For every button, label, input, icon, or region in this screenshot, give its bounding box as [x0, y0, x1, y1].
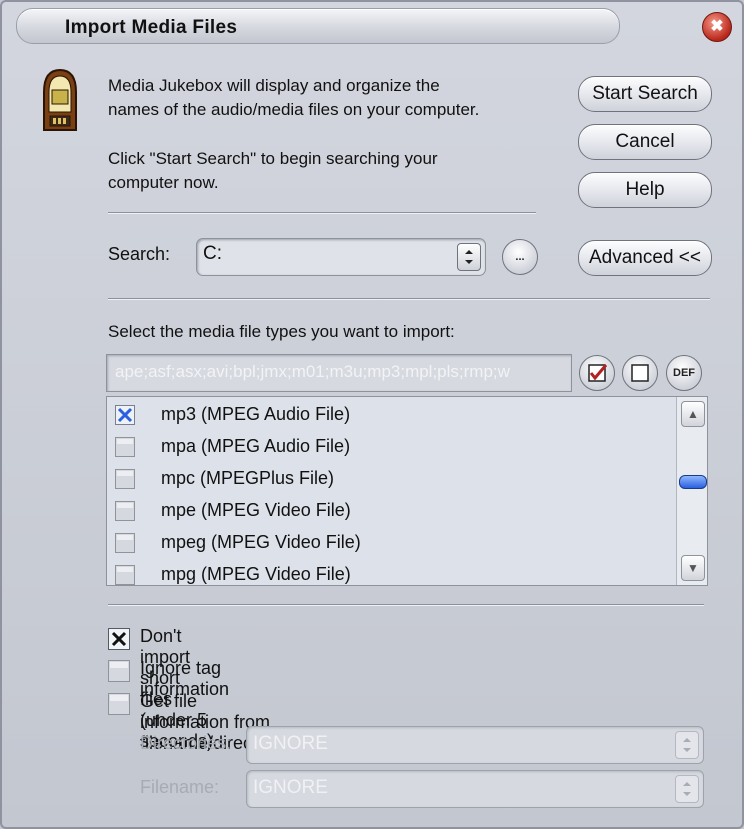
options-separator — [108, 604, 704, 606]
check-all-button[interactable] — [579, 355, 615, 391]
cancel-button[interactable]: Cancel — [578, 124, 712, 160]
dropdown-arrow-icon[interactable] — [675, 731, 699, 759]
search-location-value: C: — [203, 243, 222, 264]
dropdown-arrow-icon[interactable] — [675, 775, 699, 803]
search-label: Search: — [108, 244, 171, 264]
filename-value: IGNORE — [253, 777, 328, 798]
check-all-icon — [588, 364, 608, 382]
intro-separator — [108, 212, 536, 214]
browse-button[interactable]: ... — [502, 239, 538, 275]
filetype-list[interactable]: mp3 (MPEG Audio File) mpa (MPEG Audio Fi… — [106, 396, 708, 586]
filetype-label: mpg (MPEG Video File) — [161, 564, 351, 584]
checkbox-checked-icon[interactable] — [115, 405, 135, 425]
import-media-files-dialog: Import Media Files ✖ Media Jukebox will … — [0, 0, 744, 829]
directories-select[interactable]: IGNORE — [246, 726, 704, 764]
checkbox-checked-icon[interactable] — [108, 628, 130, 650]
checkbox-unchecked-icon[interactable] — [115, 533, 135, 553]
close-button[interactable]: ✖ — [702, 12, 732, 42]
checkbox-unchecked-icon[interactable] — [115, 437, 135, 457]
filetype-label: mpa (MPEG Audio File) — [161, 436, 351, 456]
defaults-button[interactable]: DEF — [666, 355, 702, 391]
filename-label: Filename: — [140, 777, 220, 797]
filetype-label: mpc (MPEGPlus File) — [161, 468, 335, 488]
intro-line-3: Click "Start Search" to begin searching … — [108, 149, 438, 168]
checkbox-unchecked-icon[interactable] — [115, 469, 135, 489]
list-item[interactable]: mpeg (MPEG Video File) — [107, 527, 667, 559]
start-search-button[interactable]: Start Search — [578, 76, 712, 112]
filetype-label: mpe (MPEG Video File) — [161, 500, 351, 520]
scroll-up-icon[interactable]: ▲ — [681, 401, 705, 427]
checkbox-unchecked-icon[interactable] — [115, 565, 135, 585]
checkbox-unchecked-icon[interactable] — [108, 660, 130, 682]
uncheck-all-icon — [631, 364, 649, 382]
intro-line-1: Media Jukebox will display and organize … — [108, 76, 440, 95]
search-location-select[interactable]: C: — [196, 238, 486, 276]
list-item[interactable]: mpe (MPEG Video File) — [107, 495, 667, 527]
filetype-label: mpeg (MPEG Video File) — [161, 532, 361, 552]
filetype-label: mp3 (MPEG Audio File) — [161, 404, 351, 424]
checkbox-unchecked-icon[interactable] — [108, 693, 130, 715]
scroll-down-icon[interactable]: ▼ — [681, 555, 705, 581]
dropdown-arrow-icon[interactable] — [457, 243, 481, 271]
directories-label: Directories: — [140, 733, 232, 753]
intro-line-4: computer now. — [108, 173, 219, 192]
advanced-separator — [108, 298, 710, 300]
jukebox-icon — [43, 68, 77, 131]
list-item[interactable]: mpg (MPEG Video File) — [107, 559, 667, 585]
title-bar[interactable]: Import Media Files — [16, 8, 620, 44]
uncheck-all-button[interactable] — [622, 355, 658, 391]
list-item[interactable]: mpc (MPEGPlus File) — [107, 463, 667, 495]
extensions-field[interactable]: ape;asf;asx;avi;bpl;jmx;m01;m3u;mp3;mpl;… — [106, 354, 572, 392]
scroll-thumb[interactable] — [679, 475, 707, 489]
checkbox-unchecked-icon[interactable] — [115, 501, 135, 521]
extensions-value: ape;asf;asx;avi;bpl;jmx;m01;m3u;mp3;mpl;… — [115, 362, 510, 381]
list-item[interactable]: mp3 (MPEG Audio File) — [107, 399, 667, 431]
window-title: Import Media Files — [65, 17, 238, 38]
list-item[interactable]: mpa (MPEG Audio File) — [107, 431, 667, 463]
directories-value: IGNORE — [253, 733, 328, 754]
filename-select[interactable]: IGNORE — [246, 770, 704, 808]
help-button[interactable]: Help — [578, 172, 712, 208]
filetypes-label: Select the media file types you want to … — [108, 322, 455, 341]
advanced-button[interactable]: Advanced << — [578, 240, 712, 276]
filetype-list-scrollbar[interactable]: ▲ ▼ — [676, 397, 707, 585]
intro-line-2: names of the audio/media files on your c… — [108, 100, 480, 119]
